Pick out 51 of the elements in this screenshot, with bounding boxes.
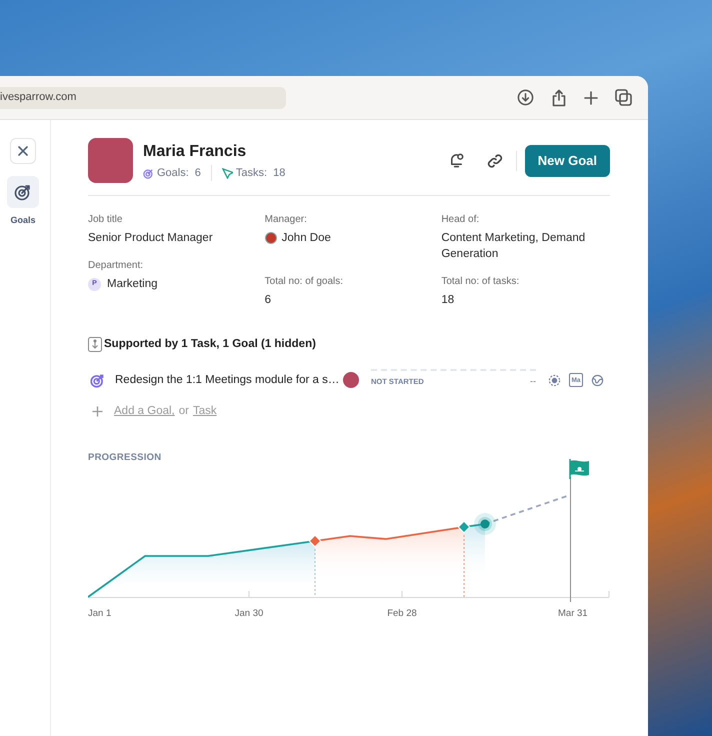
- goal-title[interactable]: Redesign the 1:1 Meetings module for a s…: [115, 372, 337, 389]
- axis-label: Feb 28: [387, 606, 417, 621]
- stat-value: 18: [273, 166, 286, 181]
- field-value: Content Marketing, Demand Generation: [441, 231, 586, 262]
- anchor-icon: [88, 337, 102, 352]
- tabs-icon[interactable]: [615, 89, 632, 106]
- plus-icon[interactable]: [584, 90, 598, 104]
- address-bar[interactable]: ivesparrow.com: [0, 86, 286, 108]
- new-goal-button[interactable]: New Goal: [524, 144, 610, 176]
- close-button[interactable]: [10, 138, 36, 164]
- field-value: 6: [264, 293, 272, 308]
- link-icon[interactable]: [486, 152, 503, 168]
- sidebar-item[interactable]: Goals: [7, 176, 39, 228]
- add-goal-link[interactable]: Add a Goal,: [114, 403, 175, 420]
- goal-target-icon: [7, 176, 39, 208]
- connector-text: or: [178, 404, 189, 420]
- globe-icon[interactable]: [591, 374, 604, 387]
- field-value: Senior Product Manager: [88, 231, 214, 246]
- goal-target-icon: [143, 168, 154, 178]
- field-value: Marketing: [107, 277, 158, 292]
- chart-title: PROGRESSION: [88, 450, 162, 464]
- field-value: John Doe: [282, 231, 332, 246]
- avatar-icon: [343, 372, 359, 388]
- download-icon[interactable]: [517, 89, 534, 106]
- stat-label: Goals:: [157, 166, 189, 181]
- field-label: Manager:: [264, 213, 308, 227]
- priority-icon[interactable]: [548, 374, 561, 387]
- field-label: Total no: of goals:: [264, 275, 344, 289]
- field-label: Total no: of tasks:: [441, 275, 520, 289]
- field-value: 18: [441, 293, 456, 308]
- axis-label: Jan 30: [234, 606, 264, 621]
- axis-label: Mar 31: [558, 606, 588, 621]
- person-name: Maria Francis: [143, 142, 248, 162]
- share-icon[interactable]: [551, 88, 567, 106]
- avatar-icon: [264, 232, 277, 244]
- field-label: Department:: [88, 259, 144, 273]
- field-label: Head of:: [441, 213, 480, 227]
- progress-dropdown[interactable]: --: [530, 374, 536, 388]
- axis-label: Jan 1: [88, 606, 112, 621]
- pennant-icon: [222, 168, 233, 178]
- close-icon: [18, 146, 28, 156]
- avatar-photo-placeholder: [88, 138, 133, 183]
- section-title: Supported by 1 Task, 1 Goal (1 hidden): [104, 337, 316, 352]
- goal-target-icon: [90, 372, 105, 388]
- field-label: Job title: [88, 213, 124, 227]
- flag-icon: [569, 458, 589, 479]
- current-point: [474, 512, 496, 535]
- stat-value: 6: [194, 166, 201, 181]
- stat-label: Tasks:: [236, 166, 268, 181]
- add-task-link[interactable]: Task: [192, 403, 217, 420]
- plus-icon[interactable]: [92, 406, 103, 418]
